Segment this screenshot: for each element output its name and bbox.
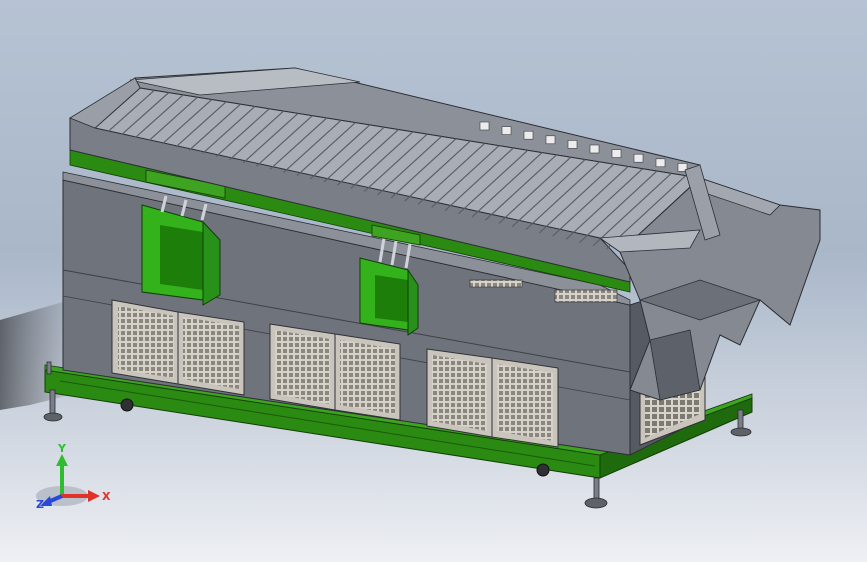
caster-left xyxy=(120,398,134,412)
x-axis-label: X xyxy=(102,490,111,503)
deck-tab xyxy=(611,149,622,158)
foot-front-right xyxy=(584,477,608,509)
machine-model[interactable] xyxy=(0,0,867,562)
deck-tab xyxy=(501,126,512,135)
cad-viewport[interactable]: Y X Z xyxy=(0,0,867,562)
mesh-panel-5 xyxy=(426,348,493,438)
deck-tab xyxy=(479,121,490,131)
mesh-panel-3 xyxy=(269,323,336,411)
y-axis-label: Y xyxy=(57,442,67,455)
mesh-panel-1 xyxy=(111,299,179,385)
mesh-panel-2 xyxy=(177,311,245,396)
foot-back-left xyxy=(46,361,52,375)
deck-tab xyxy=(545,135,556,145)
deck-tab xyxy=(567,140,578,149)
deck-tab xyxy=(589,144,600,154)
axis-triad[interactable]: Y X Z xyxy=(30,440,120,520)
deck-tab xyxy=(655,158,666,168)
deck-tab xyxy=(633,153,644,163)
z-axis-label: Z xyxy=(36,498,44,511)
mesh-panel-6 xyxy=(491,357,559,448)
mesh-panel-4 xyxy=(334,333,401,421)
caster-right xyxy=(536,463,550,477)
deck-tab xyxy=(523,130,534,140)
